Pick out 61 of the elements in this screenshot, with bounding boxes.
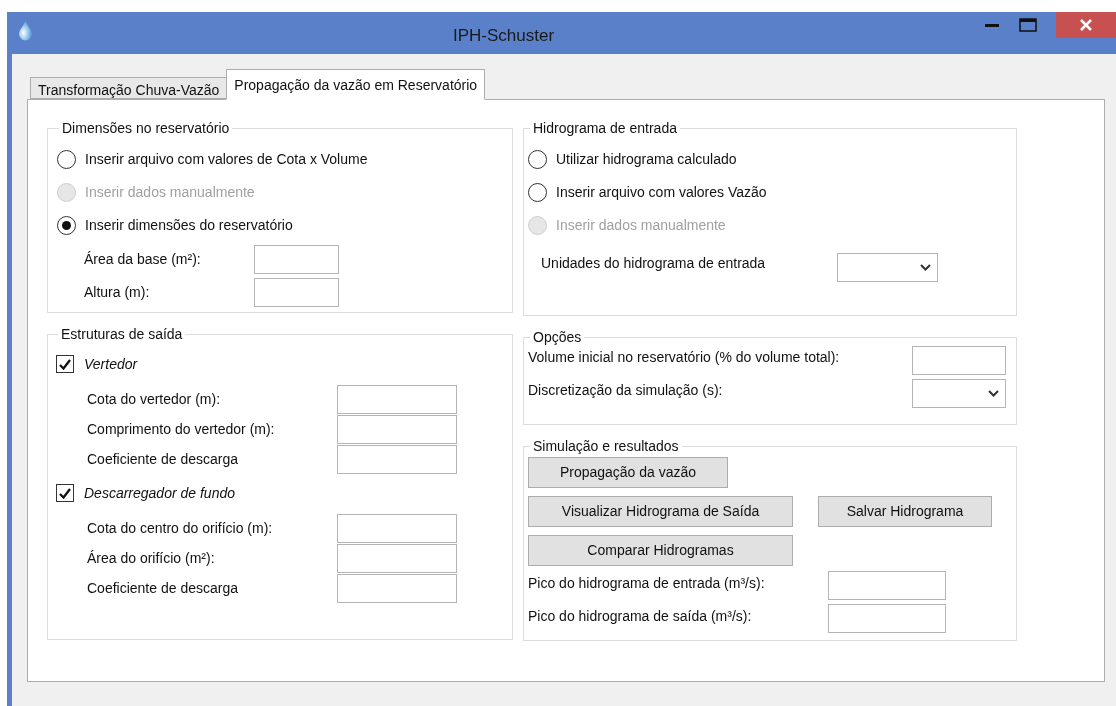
group-title: Opções xyxy=(532,328,583,347)
radio-button[interactable] xyxy=(528,183,547,202)
radio-button[interactable] xyxy=(57,216,76,235)
action-button[interactable]: Propagação da vazão xyxy=(528,457,728,488)
field-label: Comprimento do vertedor (m): xyxy=(87,420,276,439)
close-icon xyxy=(1080,19,1092,31)
text-field[interactable] xyxy=(337,544,457,573)
action-button[interactable]: Comparar Hidrogramas xyxy=(528,535,793,566)
window-title: IPH-Schuster xyxy=(452,25,555,47)
dropdown[interactable] xyxy=(837,253,938,282)
text-field[interactable] xyxy=(337,445,457,474)
field-label: Pico do hidrograma de entrada (m³/s): xyxy=(528,574,766,593)
text-field[interactable] xyxy=(912,346,1006,375)
group-title: Dimensões no reservatório xyxy=(61,119,231,138)
checkbox-label: Descarregador de fundo xyxy=(84,483,235,503)
action-button[interactable]: Visualizar Hidrograma de Saída xyxy=(528,496,793,527)
checkbox-label: Vertedor xyxy=(84,354,138,374)
text-field[interactable] xyxy=(337,415,457,444)
close-button[interactable] xyxy=(1056,12,1116,38)
radio-label: Inserir dados manualmente xyxy=(85,183,255,202)
dropdown[interactable] xyxy=(912,379,1006,408)
tab[interactable]: Transformação Chuva-Vazão xyxy=(30,77,227,99)
field-label: Pico do hidrograma de saída (m³/s): xyxy=(528,607,753,626)
radio-label: Inserir dados manualmente xyxy=(556,216,726,235)
radio-label: Inserir arquivo com valores Vazão xyxy=(556,183,767,202)
action-button[interactable]: Salvar Hidrograma xyxy=(818,496,992,527)
checkbox[interactable] xyxy=(56,484,74,502)
checkbox[interactable] xyxy=(56,355,74,373)
maximize-icon xyxy=(1019,18,1037,32)
field-label: Cota do vertedor (m): xyxy=(87,390,222,409)
group-title: Hidrograma de entrada xyxy=(532,119,678,138)
text-field[interactable] xyxy=(337,514,457,543)
radio-label: Utilizar hidrograma calculado xyxy=(556,150,737,169)
water-drop-icon xyxy=(18,20,33,41)
field-label: Unidades do hidrograma de entrada xyxy=(541,254,767,273)
checkmark-icon xyxy=(59,358,71,370)
radio-label: Inserir dimensões do reservatório xyxy=(85,216,293,235)
minimize-icon xyxy=(985,23,999,27)
radio-button[interactable] xyxy=(528,150,547,169)
tab[interactable]: Propagação da vazão em Reservatório xyxy=(226,69,486,100)
chevron-down-icon xyxy=(920,264,931,271)
field-label: Área do orifício (m²): xyxy=(87,549,216,568)
text-field[interactable] xyxy=(337,574,457,603)
field-label: Área da base (m²): xyxy=(84,250,202,269)
field-label: Coeficiente de descarga xyxy=(87,450,239,469)
checkmark-icon xyxy=(59,487,71,499)
group-title: Estruturas de saída xyxy=(60,325,184,344)
radio-label: Inserir arquivo com valores de Cota x Volume xyxy=(85,150,368,169)
chevron-down-icon xyxy=(988,390,999,397)
radio-button[interactable] xyxy=(57,150,76,169)
field-label: Volume inicial no reservatório (% do volume total): xyxy=(528,348,841,367)
field-label: Coeficiente de descarga xyxy=(87,579,239,598)
text-field[interactable] xyxy=(254,278,339,307)
field-label: Cota do centro do orifício (m): xyxy=(87,519,274,538)
text-field[interactable] xyxy=(828,571,946,600)
group-title: Simulação e resultados xyxy=(532,437,680,456)
field-label: Altura (m): xyxy=(84,283,151,302)
text-field[interactable] xyxy=(337,385,457,414)
field-label: Discretização da simulação (s): xyxy=(528,381,724,400)
text-field[interactable] xyxy=(828,604,946,633)
text-field[interactable] xyxy=(254,245,339,274)
